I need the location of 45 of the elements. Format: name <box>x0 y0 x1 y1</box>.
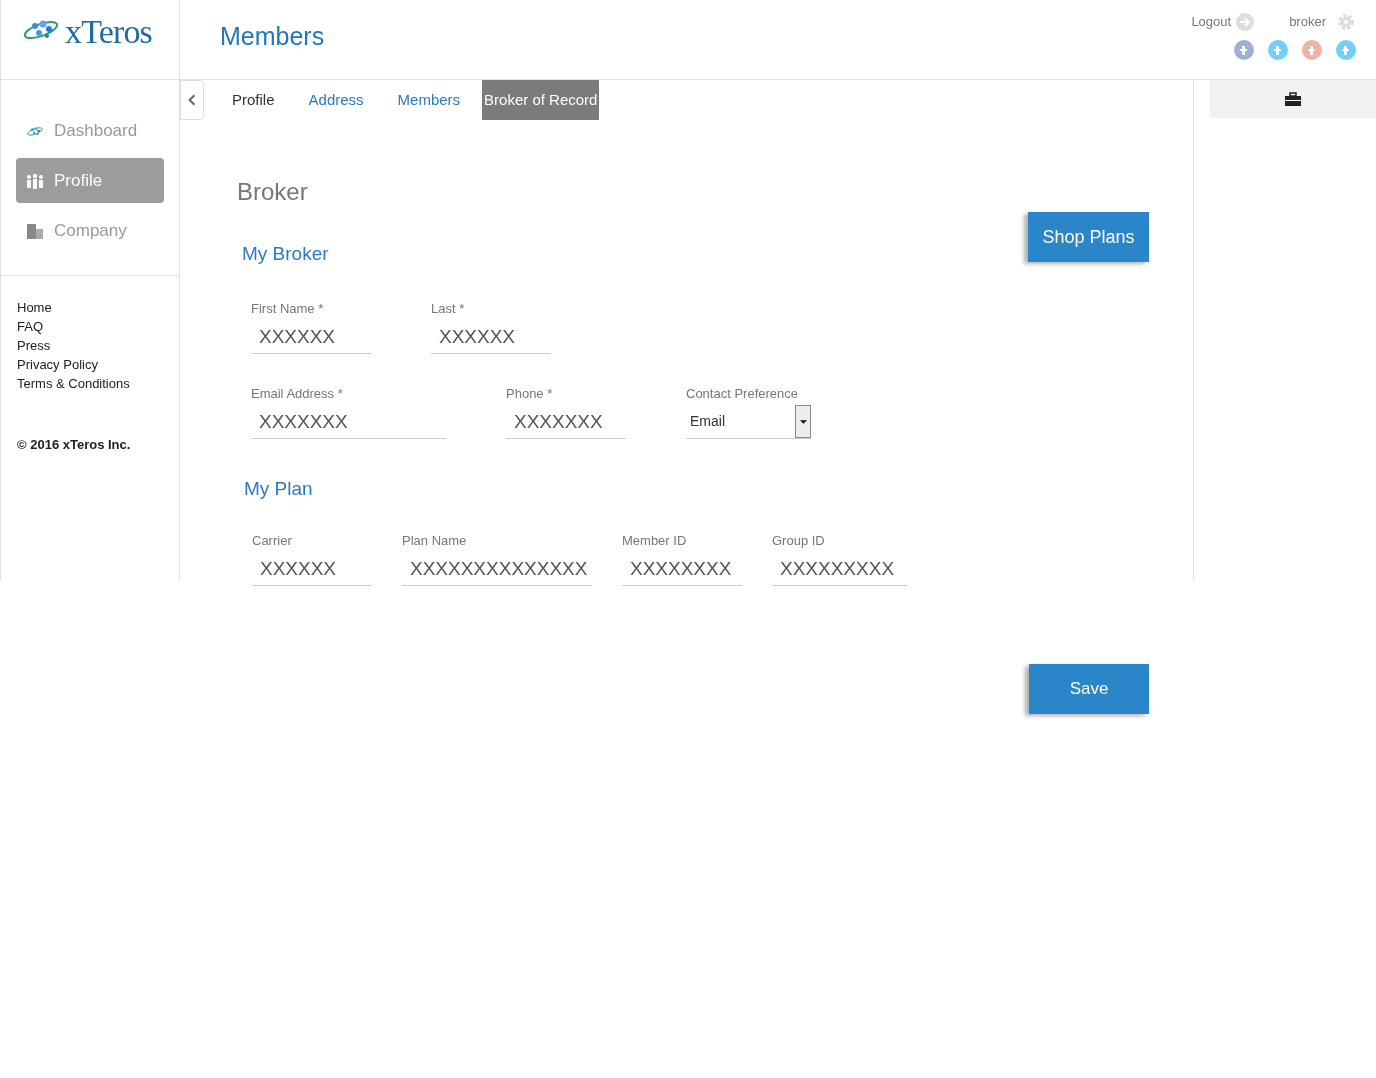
input-field[interactable]: XXXXXXXXX <box>772 553 907 586</box>
footer-link[interactable]: FAQ <box>17 317 43 336</box>
caret-icon <box>795 405 811 438</box>
input-field[interactable]: XXXXXX <box>431 320 551 354</box>
logo-text: xTeros <box>65 14 152 50</box>
building-icon <box>26 222 44 239</box>
briefcase-tab[interactable] <box>1210 80 1376 118</box>
field-label: Phone * <box>506 384 554 403</box>
briefcase-icon <box>1285 92 1301 106</box>
footer-link[interactable]: Terms & Conditions <box>17 374 130 393</box>
tab[interactable]: Broker of Record <box>482 80 600 120</box>
input-field[interactable]: XXXXXX <box>251 320 371 354</box>
chevron-left-icon <box>188 94 196 106</box>
field-label: Email Address * <box>251 384 344 403</box>
field-label: Member ID <box>622 532 688 550</box>
section-heading: Broker <box>237 178 309 206</box>
collapse-button[interactable] <box>180 80 204 120</box>
footer-link[interactable]: Press <box>17 336 51 355</box>
field-label: Plan Name <box>402 532 468 550</box>
field-label: Group ID <box>772 532 826 550</box>
tab[interactable]: Profile <box>220 80 287 120</box>
logout-link[interactable]: Logout <box>1191 12 1232 32</box>
field-label: First Name * <box>251 299 325 318</box>
shop-plans-button[interactable]: Shop Plans <box>1028 212 1149 262</box>
footer-link[interactable]: Home <box>17 298 52 317</box>
input-field[interactable]: XXXXXXXXXXXXXX <box>402 553 592 586</box>
field-label: Last * <box>431 299 466 318</box>
subsection-heading: My Broker <box>242 242 330 266</box>
page-title: Members <box>219 21 326 52</box>
people-icon <box>26 172 44 189</box>
input-field[interactable]: XXXXXXX <box>251 405 446 439</box>
input-field[interactable]: XXXXXXX <box>506 405 626 439</box>
tab[interactable]: Address <box>296 80 376 120</box>
field-label: Carrier <box>252 532 293 550</box>
save-button[interactable]: Save <box>1029 664 1149 714</box>
input-field[interactable]: XXXXXX <box>252 553 372 586</box>
copyright-text: © 2016 xTeros Inc. <box>16 436 132 454</box>
tab[interactable]: Members <box>385 80 473 120</box>
input-field[interactable]: XXXXXXXX <box>622 553 742 586</box>
field-label: Contact Preference <box>686 384 799 403</box>
username: broker <box>1289 13 1326 32</box>
contact-preference-select[interactable]: Email <box>686 405 811 439</box>
settings-icon[interactable] <box>1336 12 1356 32</box>
footer-link[interactable]: Privacy Policy <box>17 355 98 374</box>
subsection-heading: My Plan <box>244 476 314 501</box>
